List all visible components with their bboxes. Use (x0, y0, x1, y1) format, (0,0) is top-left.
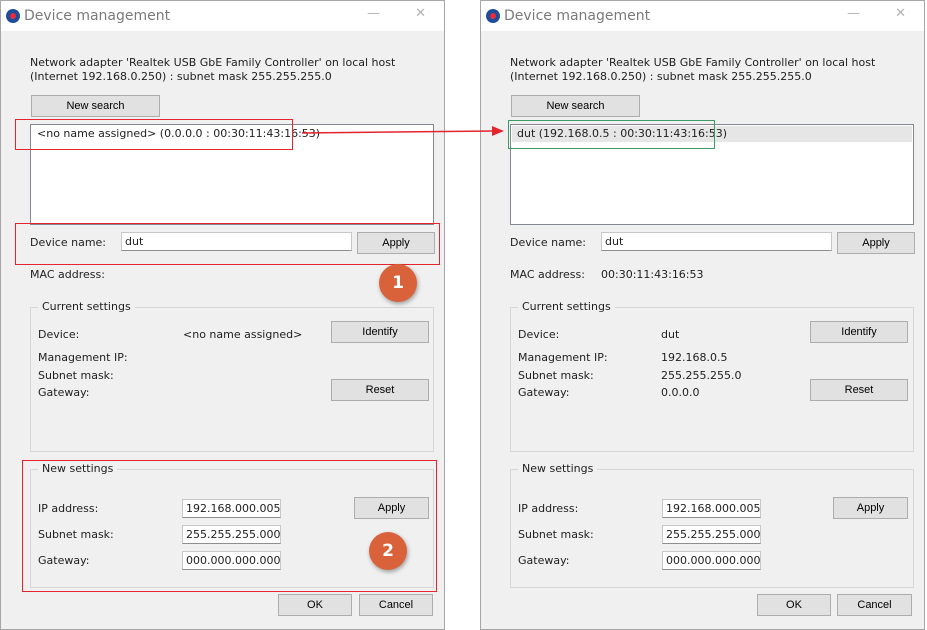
arrow-icon (301, 126, 504, 136)
arrow-line (301, 130, 495, 134)
arrow-head (492, 126, 504, 136)
